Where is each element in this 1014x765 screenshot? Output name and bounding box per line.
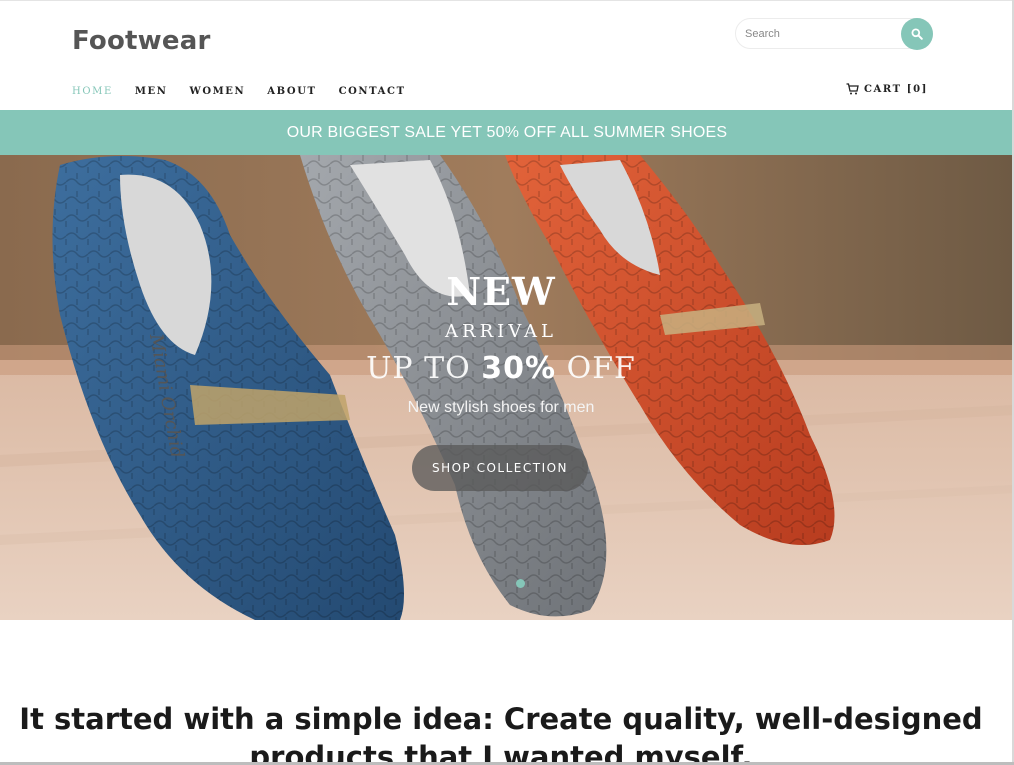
nav-about[interactable]: ABOUT bbox=[267, 86, 316, 97]
hero-offer-value: 30% bbox=[481, 351, 557, 386]
cart-link[interactable]: CART [0] bbox=[846, 83, 928, 95]
cart-icon bbox=[846, 83, 859, 95]
hero-offer: UP TO 30% OFF bbox=[0, 351, 1002, 386]
hero-title: NEW bbox=[446, 269, 556, 314]
shop-collection-button[interactable]: SHOP COLLECTION bbox=[412, 445, 588, 491]
hero-tagline: New stylish shoes for men bbox=[407, 399, 595, 416]
promo-banner: OUR BIGGEST SALE YET 50% OFF ALL SUMMER … bbox=[0, 110, 1014, 155]
hero-subtitle: ARRIVAL bbox=[445, 321, 557, 342]
nav-women[interactable]: WOMEN bbox=[190, 86, 246, 97]
intro-headline: It started with a simple idea: Create qu… bbox=[19, 702, 983, 765]
hero-offer-prefix: UP TO bbox=[366, 351, 482, 386]
promo-text: OUR BIGGEST SALE YET 50% OFF ALL SUMMER … bbox=[286, 123, 728, 141]
hero-offer-suffix: OFF bbox=[556, 351, 636, 386]
cart-label: CART [0] bbox=[864, 83, 928, 95]
search-box[interactable] bbox=[735, 18, 933, 50]
nav-home[interactable]: HOME bbox=[72, 86, 113, 97]
top-border bbox=[0, 0, 1014, 1]
nav-men[interactable]: MEN bbox=[135, 86, 168, 97]
search-button[interactable] bbox=[901, 18, 933, 50]
slider-dot[interactable] bbox=[516, 579, 525, 588]
search-icon bbox=[911, 28, 923, 40]
hero-slider: Miami Orchid NEW ARRIVAL UP TO 30% OFF N… bbox=[0, 155, 1014, 620]
nav-contact[interactable]: CONTACT bbox=[339, 86, 406, 97]
site-logo[interactable]: Footwear bbox=[72, 26, 210, 56]
search-input[interactable] bbox=[745, 25, 895, 43]
main-nav: HOME MEN WOMEN ABOUT CONTACT bbox=[72, 86, 428, 97]
hero-caption: NEW ARRIVAL UP TO 30% OFF New stylish sh… bbox=[0, 155, 1014, 620]
